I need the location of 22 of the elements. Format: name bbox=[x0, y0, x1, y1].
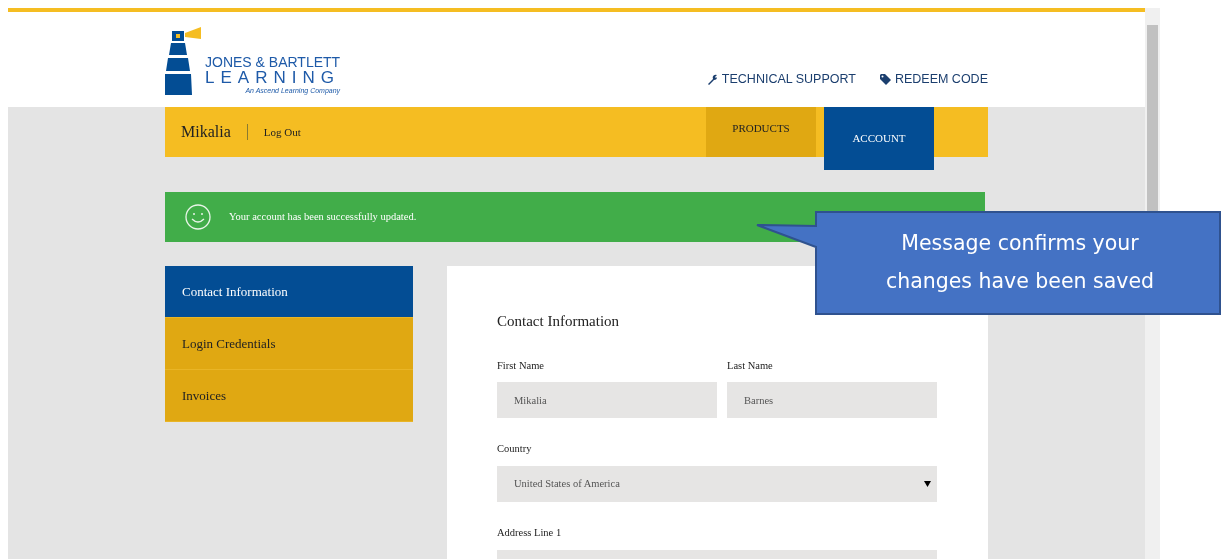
nav-tab[interactable]: PRODUCTS bbox=[706, 107, 816, 157]
form-title: Contact Information bbox=[497, 312, 621, 331]
field-label: Last Name bbox=[727, 358, 774, 373]
header-link[interactable]: TECHNICAL SUPPORT bbox=[706, 70, 856, 89]
header-link[interactable]: REDEEM CODE bbox=[879, 70, 988, 89]
user-name: Mikalia bbox=[181, 122, 231, 142]
field-label: Address Line 1 bbox=[497, 526, 563, 540]
input-field[interactable]: Barnes bbox=[727, 382, 937, 419]
brand-name: JONES & BARTLETT bbox=[205, 54, 341, 69]
field-label: Country bbox=[497, 442, 533, 457]
callout-text: Message confirms your changes have been saved bbox=[884, 230, 1156, 295]
country-select[interactable]: United States of America bbox=[497, 466, 937, 502]
brand-name: LEARNING bbox=[205, 68, 341, 86]
nav-tab[interactable]: ACCOUNT bbox=[824, 107, 934, 170]
logout-link[interactable]: Log Out bbox=[263, 123, 301, 141]
sidebar-item[interactable]: Invoices bbox=[165, 370, 413, 422]
input-field[interactable]: Mikalia bbox=[497, 382, 717, 419]
select-value: United States of America bbox=[514, 477, 620, 492]
sidebar-item[interactable]: Login Credentials bbox=[165, 318, 413, 370]
sidebar-item[interactable]: Contact Information bbox=[165, 266, 413, 318]
field-label: First Name bbox=[497, 358, 545, 373]
alert-message: Your account has been successfully updated. bbox=[229, 210, 417, 225]
